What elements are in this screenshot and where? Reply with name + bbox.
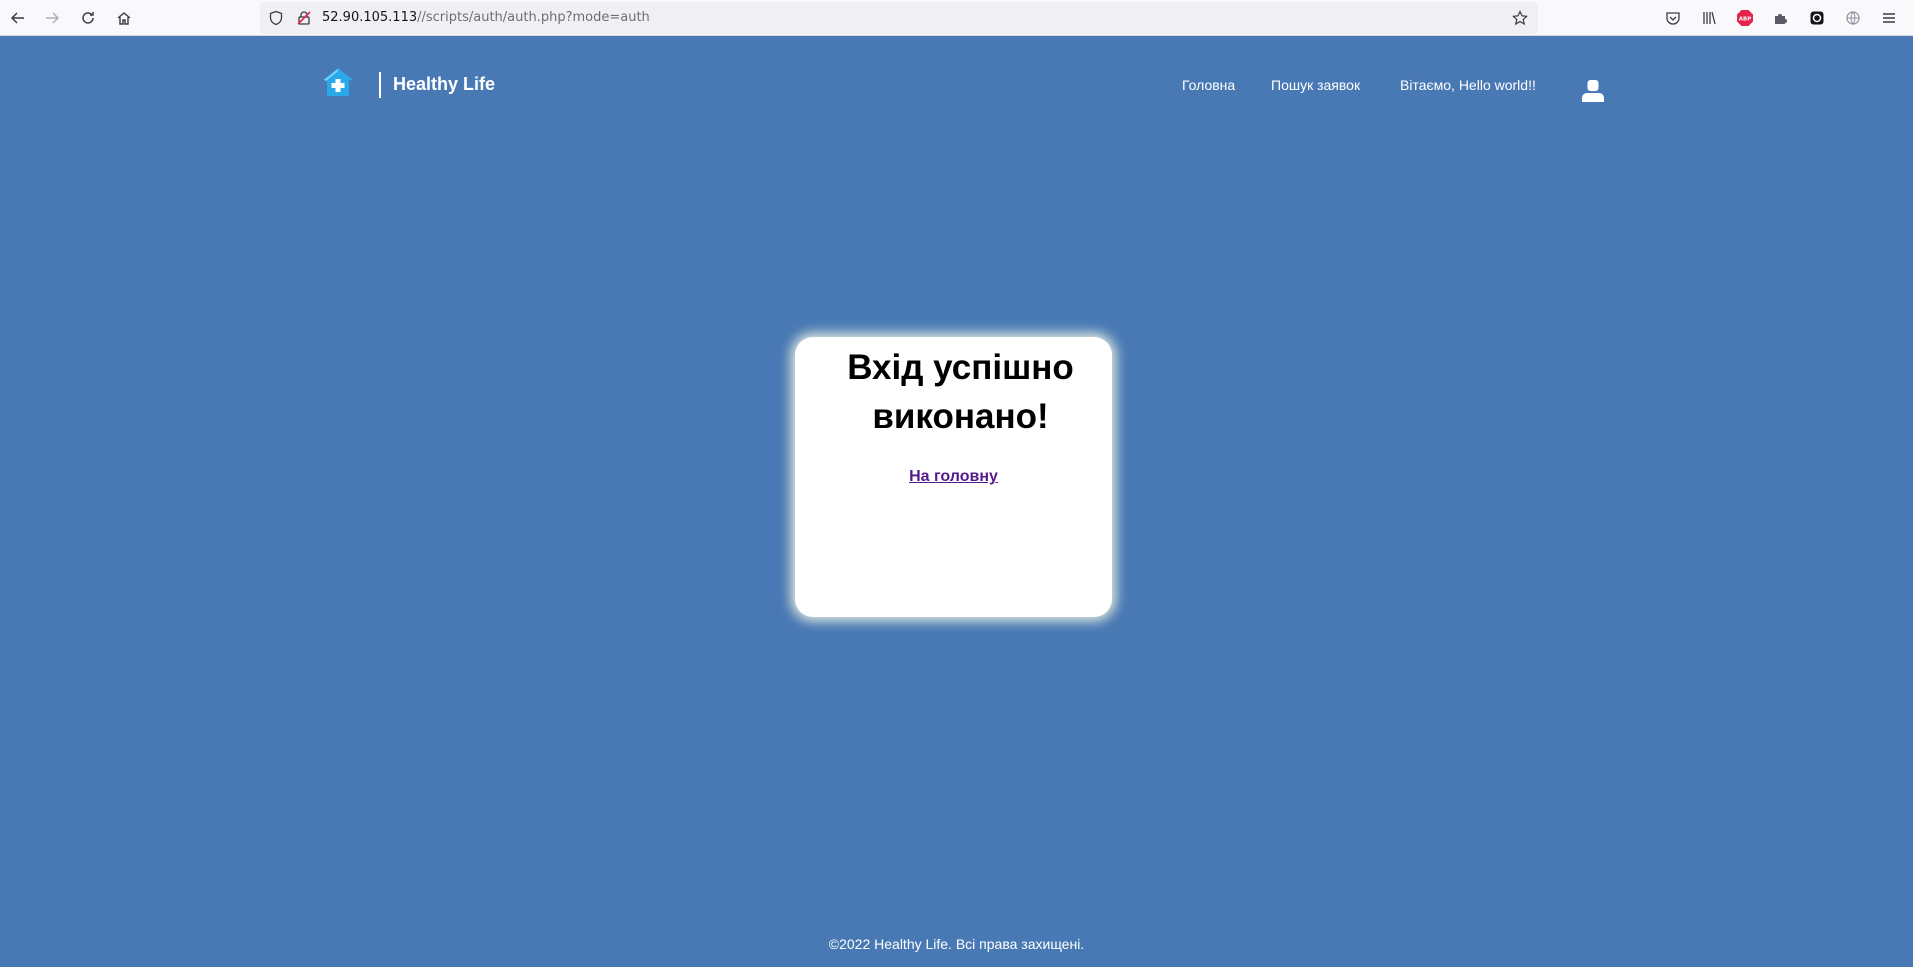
adblock-label: ABP [1739, 17, 1751, 23]
browser-toolbar: 52.90.105.113//scripts/auth/auth.php?mod… [0, 0, 1913, 36]
globe-icon[interactable] [1839, 4, 1867, 32]
brand-name[interactable]: Healthy Life [393, 74, 495, 95]
sync-icon[interactable] [1803, 4, 1831, 32]
nav-home[interactable]: Головна [1182, 77, 1235, 93]
forward-arrow-icon[interactable] [38, 4, 66, 32]
insecure-lock-icon[interactable] [294, 8, 314, 28]
library-icon[interactable] [1695, 4, 1723, 32]
user-icon[interactable] [1581, 78, 1605, 102]
bookmark-star-icon[interactable] [1510, 8, 1530, 28]
shield-icon[interactable] [266, 8, 286, 28]
pocket-icon[interactable] [1659, 4, 1687, 32]
login-success-card: Вхід успішно виконано! На головну [795, 337, 1112, 617]
footer-copyright: ©2022 Healthy Life. Всі права захищені. [828, 936, 1085, 952]
url-text: 52.90.105.113//scripts/auth/auth.php?mod… [322, 10, 650, 25]
adblock-icon[interactable]: ABP [1731, 4, 1759, 32]
menu-icon[interactable] [1875, 4, 1903, 32]
home-link[interactable]: На головну [909, 468, 998, 486]
extension-icon[interactable] [1767, 4, 1795, 32]
url-bar[interactable]: 52.90.105.113//scripts/auth/auth.php?mod… [260, 2, 1538, 34]
nav-search-requests[interactable]: Пошук заявок [1271, 77, 1360, 93]
url-path: //scripts/auth/auth.php?mode=auth [417, 10, 650, 25]
url-host: 52.90.105.113 [322, 10, 418, 25]
logo-icon[interactable] [322, 66, 354, 98]
nav-greeting[interactable]: Вітаємо, Hello world!! [1400, 77, 1536, 93]
reload-icon[interactable] [74, 4, 102, 32]
back-arrow-icon[interactable] [4, 4, 32, 32]
brand-divider [379, 72, 381, 98]
success-title: Вхід успішно виконано! [847, 348, 1074, 436]
home-icon[interactable] [110, 4, 138, 32]
